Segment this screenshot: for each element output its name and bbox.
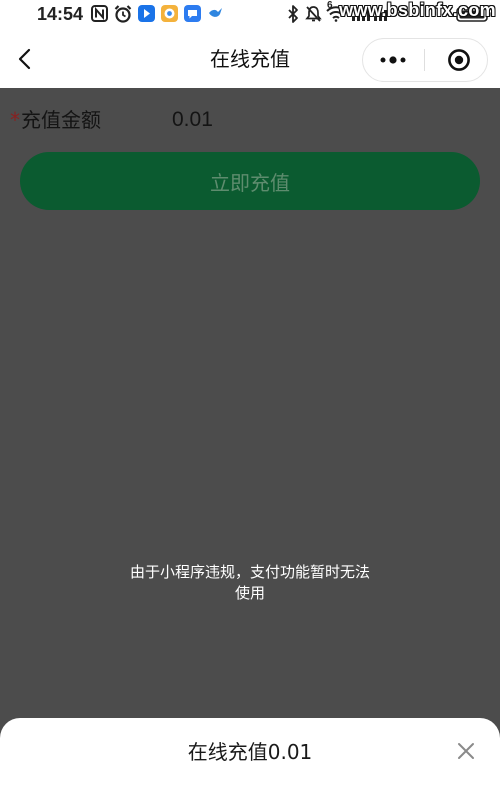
nav-bar: 在线充值 [0,30,500,88]
amount-value: 0.01 [172,108,213,131]
alarm-icon [114,5,132,23]
chevron-left-icon [18,48,31,70]
app-icon-orange [161,5,178,22]
exit-miniprogram-button[interactable] [437,42,481,78]
app-icon-chat [184,5,201,22]
nfc-icon [91,5,108,22]
capsule-divider [424,49,425,71]
amount-label: 充值金额 [21,108,101,132]
sheet-close-button[interactable] [451,736,481,766]
status-bar: 14:54 6 www.bsbinfx.com [0,0,500,30]
back-button[interactable] [8,43,40,75]
bluetooth-icon [288,5,298,23]
recharge-button[interactable]: 立即充值 [20,152,480,210]
watermark: www.bsbinfx.com [339,0,496,20]
more-button[interactable] [371,45,415,75]
page-title: 在线充值 [210,47,290,71]
app-icon-bird [209,8,222,17]
target-circle-icon [448,49,470,71]
modal-mask: *充值金额 0.01 立即充值 由于小程序违规，支付功能暂时无法 使用 [0,88,500,791]
required-mark: * [10,108,20,132]
toast-message: 由于小程序违规，支付功能暂时无法 使用 [129,563,370,602]
menu-capsule [362,38,488,82]
close-icon [458,743,474,759]
status-time: 14:54 [37,4,84,24]
app-icon-blue [138,5,155,22]
recharge-button-label: 立即充值 [210,170,290,195]
bell-mute-icon [305,6,322,22]
more-dots-icon [380,56,406,64]
payment-sheet: 在线充值0.01 [0,718,500,791]
sheet-title: 在线充值0.01 [187,740,313,764]
amount-row: *充值金额 [10,106,101,134]
